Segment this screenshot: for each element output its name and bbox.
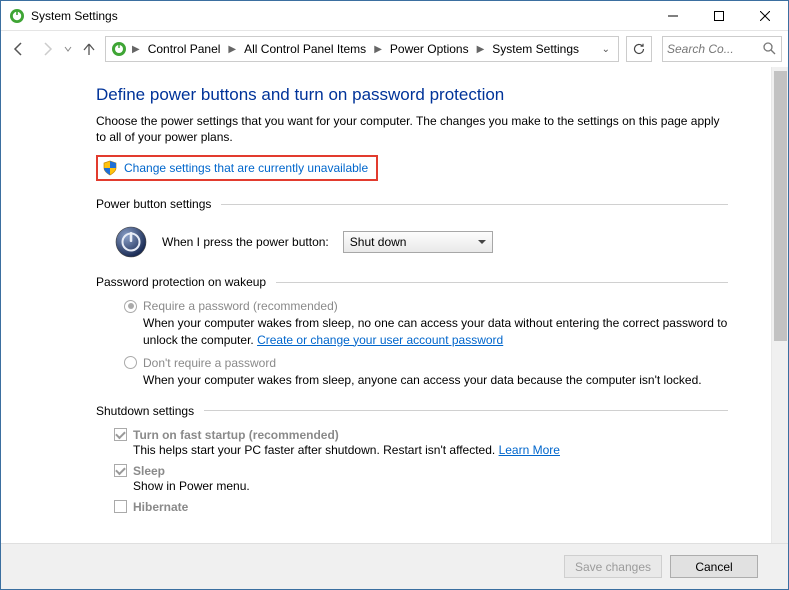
title-bar: System Settings <box>1 1 788 31</box>
power-options-icon <box>110 40 128 58</box>
chevron-right-icon[interactable]: ▶ <box>372 44 384 55</box>
close-button[interactable] <box>742 1 788 30</box>
nav-recent-dropdown[interactable] <box>63 45 73 53</box>
section-power-button: Power button settings <box>96 197 728 259</box>
page-title: Define power buttons and turn on passwor… <box>96 85 728 105</box>
account-password-link[interactable]: Create or change your user account passw… <box>257 333 503 347</box>
maximize-button[interactable] <box>696 1 742 30</box>
combo-selected: Shut down <box>350 235 407 249</box>
shield-icon <box>102 160 118 176</box>
section-header-label: Shutdown settings <box>96 404 194 418</box>
footer: Save changes Cancel <box>1 543 788 589</box>
radio-require-password: Require a password (recommended) <box>124 299 728 313</box>
change-settings-link[interactable]: Change settings that are currently unava… <box>124 161 368 175</box>
checkbox-icon <box>114 464 127 477</box>
breadcrumb-item[interactable]: Control Panel <box>144 40 225 58</box>
breadcrumb-dropdown[interactable]: ⌄ <box>598 44 614 55</box>
radio-label: Require a password (recommended) <box>143 299 338 313</box>
scrollbar[interactable] <box>771 67 788 543</box>
checkbox-label: Sleep <box>133 464 165 478</box>
search-icon <box>763 42 777 56</box>
breadcrumb-item[interactable]: System Settings <box>488 40 583 58</box>
window-controls <box>650 1 788 30</box>
content-area: Define power buttons and turn on passwor… <box>1 67 788 543</box>
page-intro: Choose the power settings that you want … <box>96 113 728 145</box>
divider <box>221 204 728 205</box>
search-input[interactable]: Search Co... <box>662 36 782 62</box>
divider <box>276 282 728 283</box>
breadcrumb-item[interactable]: Power Options <box>386 40 473 58</box>
radio-description: When your computer wakes from sleep, no … <box>143 315 728 347</box>
section-header-label: Power button settings <box>96 197 211 211</box>
nav-up-button[interactable] <box>77 37 101 61</box>
scrollbar-thumb[interactable] <box>774 71 787 341</box>
learn-more-link[interactable]: Learn More <box>499 443 560 457</box>
divider <box>204 410 728 411</box>
window-frame: System Settings <box>0 0 789 590</box>
radio-label: Don't require a password <box>143 356 276 370</box>
breadcrumb-item[interactable]: All Control Panel Items <box>240 40 370 58</box>
breadcrumb[interactable]: ▶ Control Panel ▶ All Control Panel Item… <box>105 36 619 62</box>
checkbox-description: Show in Power menu. <box>133 479 728 493</box>
chevron-right-icon[interactable]: ▶ <box>130 44 142 55</box>
checkbox-fast-startup: Turn on fast startup (recommended) <box>114 428 728 442</box>
power-button-label: When I press the power button: <box>162 235 329 249</box>
power-button-icon <box>114 225 148 259</box>
section-shutdown: Shutdown settings Turn on fast startup (… <box>96 404 728 514</box>
nav-forward-button[interactable] <box>35 37 59 61</box>
search-placeholder: Search Co... <box>667 42 763 56</box>
change-settings-highlight: Change settings that are currently unava… <box>96 155 378 181</box>
chevron-right-icon[interactable]: ▶ <box>475 44 487 55</box>
refresh-button[interactable] <box>626 36 652 62</box>
checkbox-description: This helps start your PC faster after sh… <box>133 443 728 457</box>
checkbox-sleep: Sleep <box>114 464 728 478</box>
power-button-combo[interactable]: Shut down <box>343 231 493 253</box>
checkbox-label: Turn on fast startup (recommended) <box>133 428 339 442</box>
checkbox-label: Hibernate <box>133 500 188 514</box>
checkbox-hibernate: Hibernate <box>114 500 728 514</box>
window-title: System Settings <box>31 9 650 23</box>
save-button[interactable]: Save changes <box>564 555 662 578</box>
section-header-label: Password protection on wakeup <box>96 275 266 289</box>
minimize-button[interactable] <box>650 1 696 30</box>
radio-icon <box>124 356 137 369</box>
cancel-button[interactable]: Cancel <box>670 555 758 578</box>
radio-description: When your computer wakes from sleep, any… <box>143 372 728 388</box>
checkbox-icon <box>114 428 127 441</box>
chevron-right-icon[interactable]: ▶ <box>226 44 238 55</box>
app-icon <box>9 8 25 24</box>
nav-bar: ▶ Control Panel ▶ All Control Panel Item… <box>1 31 788 67</box>
radio-icon <box>124 300 137 313</box>
radio-no-password: Don't require a password <box>124 356 728 370</box>
section-password: Password protection on wakeup Require a … <box>96 275 728 388</box>
checkbox-icon <box>114 500 127 513</box>
nav-back-button[interactable] <box>7 37 31 61</box>
